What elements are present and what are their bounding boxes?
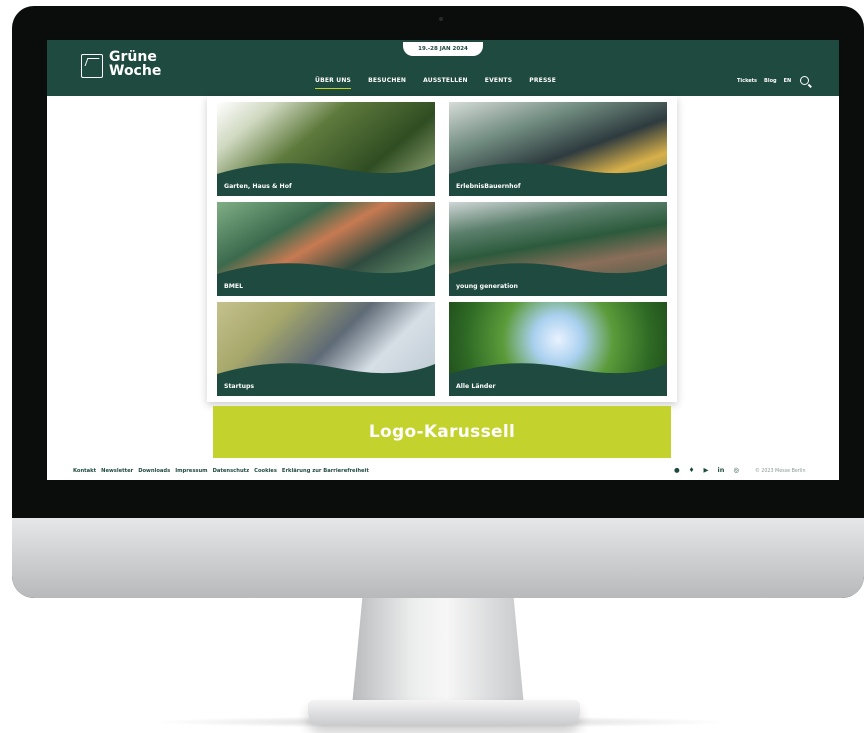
logo-carousel: Logo-Karussell — [213, 406, 671, 458]
menu-tile-garten-haus-hof[interactable]: Garten, Haus & Hof — [217, 102, 435, 196]
footer-link-newsletter[interactable]: Newsletter — [101, 468, 133, 474]
footer-link-datenschutz[interactable]: Datenschutz — [213, 468, 250, 474]
date-badge: 19.-28 JAN 2024 — [403, 42, 483, 56]
footer-link-downloads[interactable]: Downloads — [138, 468, 170, 474]
monitor-camera — [439, 17, 443, 21]
mega-menu-dropdown: Garten, Haus & Hof ErlebnisBauernhof BME… — [207, 96, 677, 402]
footer-links: Kontakt Newsletter Downloads Impressum D… — [73, 468, 369, 474]
twitter-icon[interactable]: ♦ — [689, 466, 695, 474]
monitor-chin — [12, 518, 864, 598]
nav-ausstellen[interactable]: AUSSTELLEN — [423, 77, 468, 84]
footer-link-cookies[interactable]: Cookies — [254, 468, 277, 474]
blog-link[interactable]: Blog — [764, 78, 777, 84]
tile-label: Garten, Haus & Hof — [224, 183, 292, 190]
utility-nav: Tickets Blog EN — [737, 76, 810, 85]
logo-text-line2[interactable]: Woche — [109, 64, 161, 78]
menu-tile-bmel[interactable]: BMEL — [217, 202, 435, 296]
search-icon[interactable] — [800, 76, 810, 85]
tile-label: Startups — [224, 383, 255, 390]
tile-wave — [217, 163, 435, 196]
nav-presse[interactable]: PRESSE — [529, 77, 556, 84]
site-header: 19.-28 JAN 2024 Grüne Woche ÜBER UNS BES… — [47, 40, 839, 96]
tile-label: young generation — [456, 283, 518, 290]
logo-icon[interactable] — [81, 54, 103, 78]
monitor-stand-base — [308, 700, 580, 726]
logo-carousel-label: Logo-Karussell — [368, 422, 516, 442]
social-links: ● ♦ ▶ in ◎ — [674, 466, 739, 474]
nav-besuchen[interactable]: BESUCHEN — [368, 77, 406, 84]
youtube-icon[interactable]: ▶ — [704, 466, 709, 474]
menu-tile-startups[interactable]: Startups — [217, 302, 435, 396]
linkedin-icon[interactable]: in — [718, 466, 725, 474]
main-nav: ÜBER UNS BESUCHEN AUSSTELLEN EVENTS PRES… — [315, 77, 556, 89]
tickets-link[interactable]: Tickets — [737, 78, 757, 84]
menu-tile-young-generation[interactable]: young generation — [449, 202, 667, 296]
website-screen: 19.-28 JAN 2024 Grüne Woche ÜBER UNS BES… — [47, 40, 839, 480]
tile-label: BMEL — [224, 283, 244, 290]
instagram-icon[interactable]: ◎ — [733, 466, 739, 474]
tile-wave — [217, 363, 435, 396]
footer-link-kontakt[interactable]: Kontakt — [73, 468, 96, 474]
logo-text-line1[interactable]: Grüne — [109, 50, 157, 64]
tile-wave — [217, 263, 435, 296]
tile-wave — [449, 363, 667, 396]
nav-events[interactable]: EVENTS — [485, 77, 512, 84]
footer-link-barrierefreiheit[interactable]: Erklärung zur Barrierefreiheit — [282, 468, 369, 474]
footer-link-impressum[interactable]: Impressum — [175, 468, 207, 474]
language-switch[interactable]: EN — [784, 78, 792, 84]
tile-wave — [449, 263, 667, 296]
nav-ueber-uns[interactable]: ÜBER UNS — [315, 77, 352, 89]
tile-wave — [449, 163, 667, 196]
copyright-text: © 2023 Messe Berlin — [755, 469, 806, 474]
tile-label: ErlebnisBauernhof — [456, 183, 521, 190]
menu-tile-erlebnisbauernhof[interactable]: ErlebnisBauernhof — [449, 102, 667, 196]
facebook-icon[interactable]: ● — [674, 466, 680, 474]
tile-label: Alle Länder — [456, 383, 496, 390]
menu-tile-alle-laender[interactable]: Alle Länder — [449, 302, 667, 396]
monitor-stand — [352, 598, 524, 706]
